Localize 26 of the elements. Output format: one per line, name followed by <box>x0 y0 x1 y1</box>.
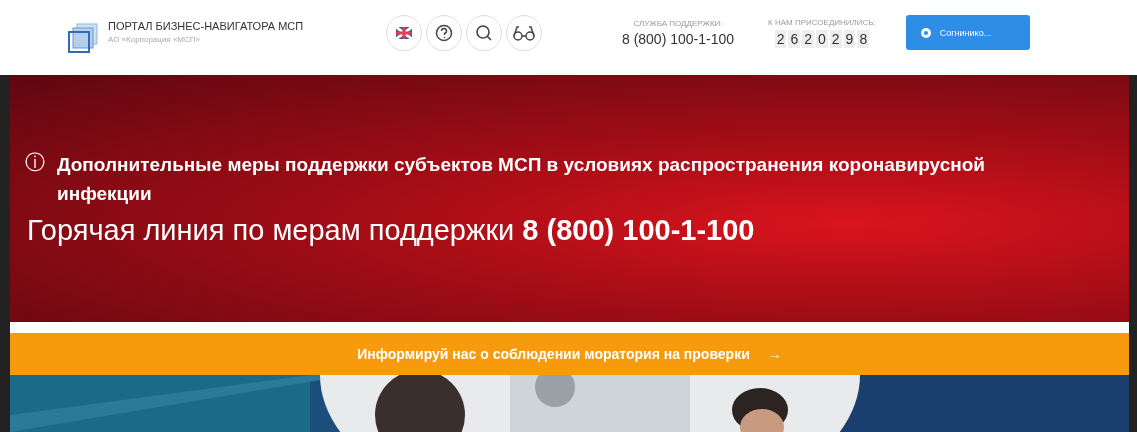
support-label: СЛУЖБА ПОДДЕРЖКИ: <box>633 18 723 28</box>
portal-subtitle: АО «Корпорация «МСП» <box>108 34 201 44</box>
counter-digit: 2 <box>829 29 842 48</box>
info-icon: ⓘ <box>25 150 45 174</box>
help-button[interactable] <box>426 14 462 51</box>
flag-button[interactable] <box>386 14 422 51</box>
search-button[interactable] <box>466 14 502 51</box>
counter-digit: 0 <box>816 29 828 48</box>
support-phone: 8 (800) 100-1-100 <box>621 30 735 47</box>
glasses-icon <box>513 24 535 41</box>
counter-digit: 8 <box>857 29 870 48</box>
portal-title: ПОРТАЛ БИЗНЕС-НАВИГАТОРА МСП <box>108 19 304 32</box>
banner-headline: Дополнительные меры поддержки субъектов МСП в условиях распространения коронавирусной инфекции <box>57 153 986 206</box>
moratorium-link[interactable]: Информируй нас о соблюдении моратория на проверки → <box>10 333 1129 375</box>
joined-label: К НАМ ПРИСОЕДИНИЛИСЬ: <box>768 17 876 27</box>
counter-digit: 2 <box>802 29 814 48</box>
logo-icon <box>68 22 98 53</box>
glasses-button[interactable] <box>506 14 542 51</box>
search-icon <box>475 23 493 42</box>
counter-digit: 9 <box>843 29 856 48</box>
counter-digit: 2 <box>774 29 787 48</box>
agree-button[interactable]: Согнинико... <box>905 15 1030 50</box>
help-icon <box>435 23 453 42</box>
flag-icon <box>396 26 412 39</box>
hotline-text: Горячая линия по мерам поддержки 8 (800) 100-1-100 <box>27 214 756 247</box>
counter-digit: 6 <box>788 29 801 48</box>
